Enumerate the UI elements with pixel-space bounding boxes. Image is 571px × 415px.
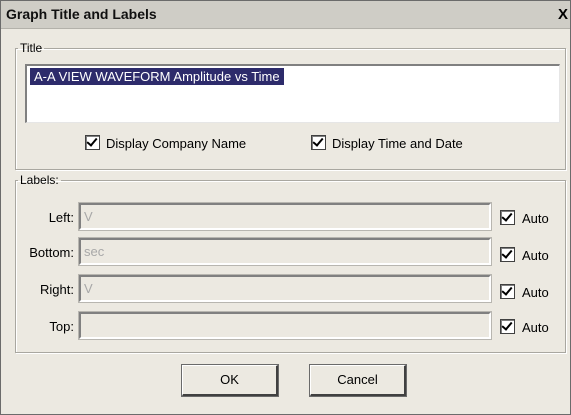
- left-auto-checkbox[interactable]: [500, 210, 515, 225]
- top-label-field[interactable]: [78, 311, 492, 340]
- bottom-label: Bottom:: [29, 245, 74, 260]
- top-auto-label: Auto: [522, 320, 549, 335]
- labels-group-legend: Labels:: [20, 173, 59, 187]
- cancel-button[interactable]: Cancel: [309, 364, 407, 397]
- bottom-label-field[interactable]: sec: [78, 237, 492, 266]
- display-company-name-checkbox[interactable]: [85, 135, 100, 150]
- bottom-auto-checkbox[interactable]: [500, 247, 515, 262]
- window-title: Graph Title and Labels: [6, 6, 157, 22]
- right-label: Right:: [40, 282, 74, 297]
- display-time-date-label: Display Time and Date: [332, 136, 463, 151]
- top-auto-checkbox[interactable]: [500, 319, 515, 334]
- graph-title-input[interactable]: A-A VIEW WAVEFORM Amplitude vs Time: [25, 64, 560, 123]
- right-label-field[interactable]: V: [78, 274, 492, 303]
- display-company-name-label: Display Company Name: [106, 136, 247, 151]
- title-group-legend: Title: [20, 41, 43, 55]
- close-icon[interactable]: X: [556, 7, 570, 22]
- right-auto-label: Auto: [522, 285, 549, 300]
- graph-title-text: A-A VIEW WAVEFORM Amplitude vs Time: [30, 68, 284, 85]
- left-label-field[interactable]: V: [78, 202, 492, 231]
- dialog-window: Graph Title and Labels X Title A-A VIEW …: [0, 0, 571, 415]
- display-time-date-checkbox[interactable]: [311, 135, 326, 150]
- left-auto-label: Auto: [522, 211, 549, 226]
- title-bar[interactable]: Graph Title and Labels X: [1, 1, 570, 29]
- ok-button[interactable]: OK: [181, 364, 279, 397]
- right-auto-checkbox[interactable]: [500, 284, 515, 299]
- top-label: Top:: [49, 319, 74, 334]
- bottom-auto-label: Auto: [522, 248, 549, 263]
- left-label: Left:: [48, 210, 74, 225]
